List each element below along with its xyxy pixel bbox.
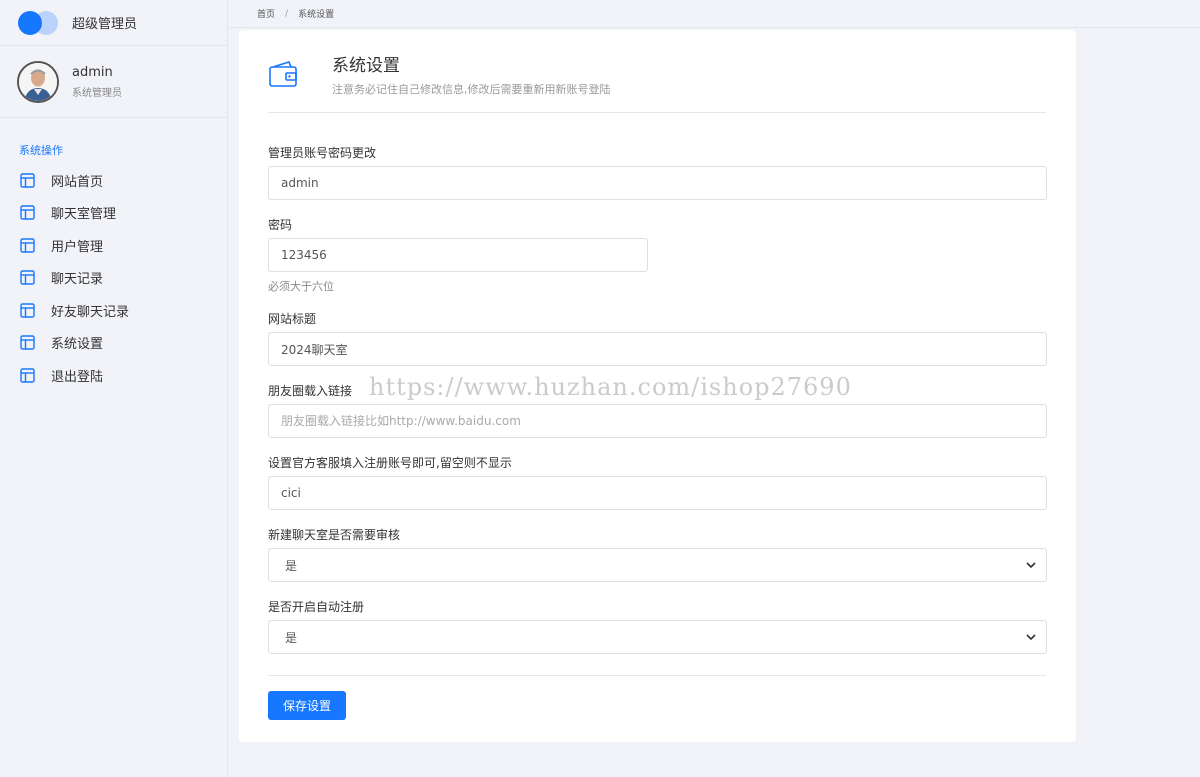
service-account-label: 设置官方客服填入注册账号即可,留空则不显示 (268, 456, 512, 470)
review-label: 新建聊天室是否需要审核 (268, 528, 401, 542)
sidebar-item-label: 系统设置 (51, 337, 104, 353)
moments-url-label: 朋友圈载入链接 (268, 384, 353, 398)
sidebar-item-label: 网站首页 (51, 174, 104, 190)
password-label: 密码 (268, 218, 293, 232)
layout-icon (20, 238, 35, 253)
service-account-input[interactable] (268, 476, 1047, 510)
sidebar-item-label: 聊天记录 (51, 272, 104, 288)
sidebar-item-chatrooms[interactable]: 聊天室管理 (0, 197, 227, 230)
user-profile: admin 系统管理员 (0, 46, 227, 118)
layout-icon (20, 270, 35, 285)
site-title-label: 网站标题 (268, 312, 317, 326)
divider (268, 675, 1046, 676)
person-avatar-icon (19, 62, 57, 101)
breadcrumb-home-link[interactable]: 首页 (257, 7, 275, 20)
save-settings-button[interactable]: 保存设置 (268, 691, 346, 720)
sidebar-item-settings[interactable]: 系统设置 (0, 327, 227, 360)
sidebar-item-users[interactable]: 用户管理 (0, 229, 227, 262)
chevron-down-icon (1026, 633, 1036, 640)
sidebar-item-friend-chat-logs[interactable]: 好友聊天记录 (0, 294, 227, 327)
sidebar-item-logout[interactable]: 退出登陆 (0, 359, 227, 392)
sidebar-item-label: 用户管理 (51, 239, 104, 255)
layout-icon (20, 205, 35, 220)
wallet-icon (269, 61, 297, 87)
review-select-value: 是 (285, 558, 298, 573)
layout-icon (20, 173, 35, 188)
breadcrumb-current: 系统设置 (298, 10, 335, 20)
breadcrumb-separator: / (285, 8, 289, 19)
user-name: admin (72, 64, 113, 80)
layout-icon (20, 335, 35, 350)
brand-logo-icon (18, 10, 62, 35)
auto-register-select-value: 是 (285, 630, 298, 645)
sidebar-item-label: 聊天室管理 (51, 207, 117, 223)
review-select[interactable]: 是 (268, 548, 1047, 582)
user-role: 系统管理员 (72, 87, 122, 99)
avatar[interactable] (17, 60, 59, 103)
sidebar-item-home[interactable]: 网站首页 (0, 164, 227, 197)
sidebar-item-chat-logs[interactable]: 聊天记录 (0, 262, 227, 295)
menu-section-title: 系统操作 (19, 144, 63, 157)
password-help: 必须大于六位 (268, 280, 334, 293)
sidebar-item-label: 好友聊天记录 (51, 304, 130, 320)
auto-register-select[interactable]: 是 (268, 620, 1047, 654)
sidebar-item-label: 退出登陆 (51, 369, 104, 385)
account-label: 管理员账号密码更改 (268, 146, 377, 160)
brand-title: 超级管理员 (72, 17, 138, 32)
password-input[interactable] (268, 238, 648, 272)
brand: 超级管理员 (0, 0, 227, 46)
auto-register-label: 是否开启自动注册 (268, 600, 365, 614)
account-input[interactable] (268, 166, 1047, 200)
moments-url-input[interactable] (268, 404, 1047, 438)
card-header: 系统设置 注意务必记住自己修改信息,修改后需要重新用新账号登陆 (268, 30, 1046, 113)
layout-icon (20, 368, 35, 383)
settings-card: 系统设置 注意务必记住自己修改信息,修改后需要重新用新账号登陆 管理员账号密码更… (239, 30, 1076, 742)
chevron-down-icon (1026, 561, 1036, 568)
layout-icon (20, 303, 35, 318)
site-title-input[interactable] (268, 332, 1047, 366)
sidebar: 超级管理员 admin 系统管理员 系统操作 网站首页 聊天室管理 用户管理 聊 (0, 0, 228, 777)
page-subtitle: 注意务必记住自己修改信息,修改后需要重新用新账号登陆 (332, 83, 611, 96)
breadcrumb: 首页 / 系统设置 (229, 0, 1200, 28)
page-title: 系统设置 (332, 56, 400, 76)
